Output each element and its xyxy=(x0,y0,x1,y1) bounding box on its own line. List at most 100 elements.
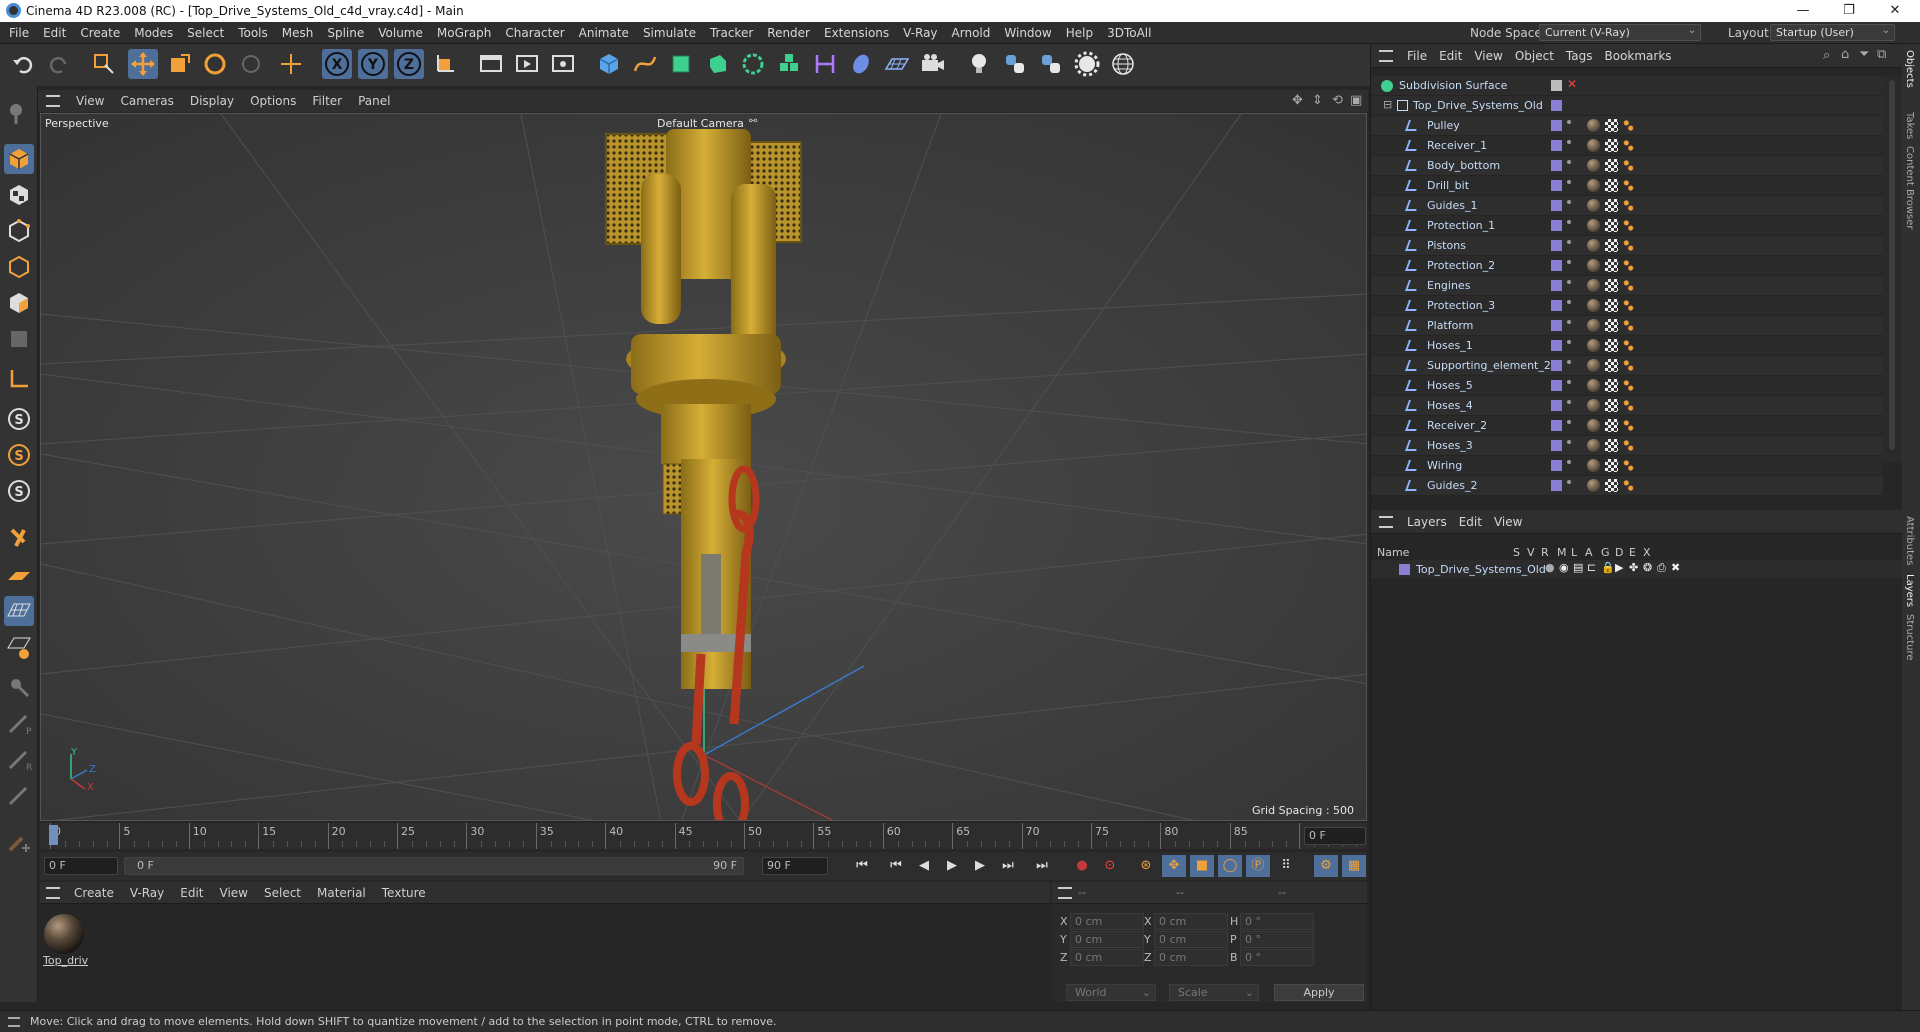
object-row[interactable]: Platform xyxy=(1371,316,1883,336)
layout-dropdown[interactable]: Startup (User) ⌄ xyxy=(1770,24,1895,41)
phong-tag-icon[interactable] xyxy=(1623,279,1634,292)
uvw-tag-icon[interactable] xyxy=(1605,339,1618,352)
visibility-dots-icon[interactable] xyxy=(1567,140,1571,152)
viewport-menu-options[interactable]: Options xyxy=(242,90,304,112)
material-tag-icon[interactable] xyxy=(1587,239,1600,252)
go-to-start-icon[interactable]: ⏮ xyxy=(850,855,874,877)
visibility-dots-icon[interactable] xyxy=(1567,420,1571,432)
visibility-dots-icon[interactable] xyxy=(1567,120,1571,132)
phong-tag-icon[interactable] xyxy=(1623,379,1634,392)
coord-value-field[interactable]: 0 ° xyxy=(1240,949,1314,966)
uvw-tag-icon[interactable] xyxy=(1605,179,1618,192)
material-tag-icon[interactable] xyxy=(1587,399,1600,412)
keyframe-selection-icon[interactable]: ⊛ xyxy=(1134,855,1158,877)
move-tool-icon[interactable] xyxy=(128,49,158,79)
extrude-icon[interactable] xyxy=(702,49,732,79)
object-row[interactable]: Hoses_1 xyxy=(1371,336,1883,356)
menu-create[interactable]: Create xyxy=(73,22,127,44)
scale-tool-icon[interactable] xyxy=(164,49,194,79)
maximize-button[interactable]: ❐ xyxy=(1826,0,1872,22)
uvw-tag-icon[interactable] xyxy=(1605,379,1618,392)
object-row[interactable]: Guides_2 xyxy=(1371,476,1883,496)
timeline-window-icon[interactable]: ▦ xyxy=(1342,855,1366,877)
layers-column-g[interactable]: G xyxy=(1601,546,1610,559)
phong-tag-icon[interactable] xyxy=(1623,199,1634,212)
layer-generators-icon[interactable]: ✤ xyxy=(1629,561,1638,574)
coord-value-field[interactable]: 0 ° xyxy=(1240,931,1314,948)
object-row[interactable]: Wiring xyxy=(1371,456,1883,476)
layers-menu-edit[interactable]: Edit xyxy=(1453,510,1488,534)
objects-menu-view[interactable]: View xyxy=(1468,44,1508,68)
material-tag-icon[interactable] xyxy=(1587,299,1600,312)
layers-column-x[interactable]: X xyxy=(1643,546,1651,559)
visibility-dots-icon[interactable] xyxy=(1567,460,1571,472)
visibility-dots-icon[interactable] xyxy=(1567,160,1571,172)
objects-menu-object[interactable]: Object xyxy=(1509,44,1560,68)
key-pla-icon[interactable]: ⠿ xyxy=(1274,855,1298,877)
model-mode-icon[interactable] xyxy=(4,144,34,174)
phong-tag-icon[interactable] xyxy=(1623,399,1634,412)
object-row[interactable]: Hoses_4 xyxy=(1371,396,1883,416)
uvw-tag-icon[interactable] xyxy=(1605,199,1618,212)
material-tag-icon[interactable] xyxy=(1587,379,1600,392)
object-row-root[interactable]: Subdivision Surface ✕ xyxy=(1371,76,1883,96)
z-axis-lock-button[interactable]: Z xyxy=(394,49,424,79)
layers-column-v[interactable]: V xyxy=(1527,546,1535,559)
phong-tag-icon[interactable] xyxy=(1623,239,1634,252)
material-tag-icon[interactable] xyxy=(1587,359,1600,372)
layers-column-l[interactable]: L xyxy=(1571,546,1577,559)
material-menu-material[interactable]: Material xyxy=(309,882,374,904)
make-editable-icon[interactable] xyxy=(4,98,34,128)
menu-spline[interactable]: Spline xyxy=(320,22,371,44)
minimize-button[interactable]: — xyxy=(1780,0,1826,22)
hamburger-menu-icon[interactable] xyxy=(1379,50,1393,62)
world-axis-icon[interactable] xyxy=(276,49,306,79)
uvw-tag-icon[interactable] xyxy=(1605,219,1618,232)
menu-window[interactable]: Window xyxy=(997,22,1058,44)
end-frame-field[interactable]: 90 F xyxy=(762,857,828,875)
phong-tag-icon[interactable] xyxy=(1623,459,1634,472)
brush-add-icon[interactable] xyxy=(4,826,34,856)
layers-column-m[interactable]: M xyxy=(1557,546,1567,559)
material-tag-icon[interactable] xyxy=(1587,419,1600,432)
layer-manager-icon[interactable]: ⊏ xyxy=(1587,561,1596,574)
object-row[interactable]: Hoses_5 xyxy=(1371,376,1883,396)
edit-toggle-icon[interactable] xyxy=(1551,80,1562,91)
tab-content-browser[interactable]: Content Browser xyxy=(1904,146,1915,229)
material-tag-icon[interactable] xyxy=(1587,259,1600,272)
viewport-menu-view[interactable]: View xyxy=(68,90,112,112)
layer-lock-icon[interactable]: 🔒 xyxy=(1601,561,1615,574)
objects-menu-bookmarks[interactable]: Bookmarks xyxy=(1599,44,1678,68)
undo-icon[interactable] xyxy=(8,49,38,79)
uvw-tag-icon[interactable] xyxy=(1605,239,1618,252)
paint-tool-icon[interactable] xyxy=(4,672,34,702)
object-row[interactable]: Protection_1 xyxy=(1371,216,1883,236)
apply-button[interactable]: Apply xyxy=(1274,984,1364,1001)
phong-tag-icon[interactable] xyxy=(1623,299,1634,312)
timeline-ruler[interactable]: 051015202530354045505560657075808590 0 F xyxy=(40,823,1367,849)
layers-column-a[interactable]: A xyxy=(1585,546,1593,559)
menu-modes[interactable]: Modes xyxy=(127,22,180,44)
layers-menu-layers[interactable]: Layers xyxy=(1401,510,1453,534)
menu-v-ray[interactable]: V-Ray xyxy=(896,22,944,44)
coordinate-system-dropdown[interactable]: World ⌄ xyxy=(1066,984,1156,1001)
uvw-tag-icon[interactable] xyxy=(1605,439,1618,452)
menu-volume[interactable]: Volume xyxy=(371,22,430,44)
material-tag-icon[interactable] xyxy=(1587,139,1600,152)
menu-tools[interactable]: Tools xyxy=(231,22,275,44)
object-row[interactable]: Receiver_1 xyxy=(1371,136,1883,156)
material-tag-icon[interactable] xyxy=(1587,279,1600,292)
coord-value-field[interactable]: 0 cm xyxy=(1154,931,1228,948)
object-row[interactable]: Guides_1 xyxy=(1371,196,1883,216)
render-settings-icon[interactable] xyxy=(548,49,578,79)
menu-mesh[interactable]: Mesh xyxy=(275,22,321,44)
phong-tag-icon[interactable] xyxy=(1623,479,1634,492)
material-menu-texture[interactable]: Texture xyxy=(374,882,434,904)
objects-menu-edit[interactable]: Edit xyxy=(1433,44,1468,68)
sculpt-grab-icon[interactable] xyxy=(4,780,34,810)
mograph-cloner-icon[interactable] xyxy=(738,49,768,79)
snap-icon[interactable]: S xyxy=(4,404,34,434)
material-menu-v-ray[interactable]: V-Ray xyxy=(122,882,172,904)
visibility-dots-icon[interactable] xyxy=(1567,440,1571,452)
hamburger-menu-icon[interactable] xyxy=(46,95,60,107)
